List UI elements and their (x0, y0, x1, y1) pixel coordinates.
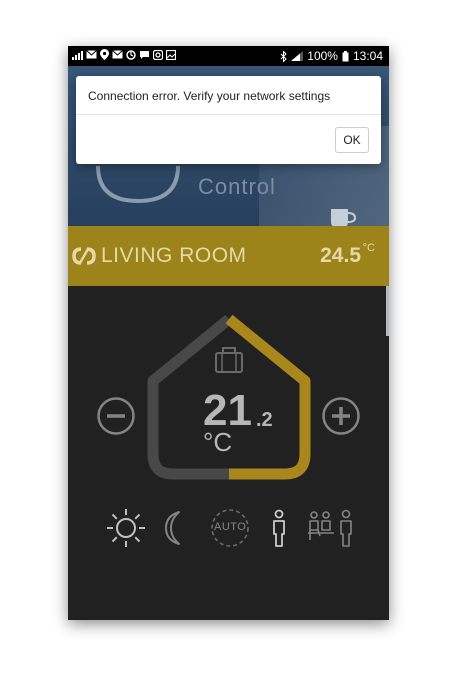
bluetooth-icon (280, 50, 287, 62)
system-icons: 100% 13:04 (280, 49, 383, 63)
image-icon (166, 49, 176, 60)
clock: 13:04 (352, 49, 383, 63)
location-icon (100, 49, 109, 60)
dialog-divider (76, 114, 381, 115)
dialog-message: Connection error. Verify your network se… (88, 89, 331, 103)
mail-icon (112, 50, 123, 59)
camera-icon (153, 49, 163, 60)
phone-screen: 100% 13:04 Control LIVING ROOM 24.5 °C 2… (68, 46, 389, 620)
signal-strength-icon (72, 50, 83, 60)
cell-signal-icon (291, 51, 304, 61)
notification-icons (72, 49, 176, 60)
mail-icon (86, 50, 97, 59)
connection-error-dialog: Connection error. Verify your network se… (76, 76, 381, 164)
battery-percent: 100% (307, 49, 338, 63)
status-bar: 100% 13:04 (68, 46, 389, 66)
ok-button[interactable]: OK (335, 127, 369, 153)
chat-icon (140, 50, 149, 59)
sync-icon (126, 49, 136, 60)
battery-icon (342, 50, 349, 61)
